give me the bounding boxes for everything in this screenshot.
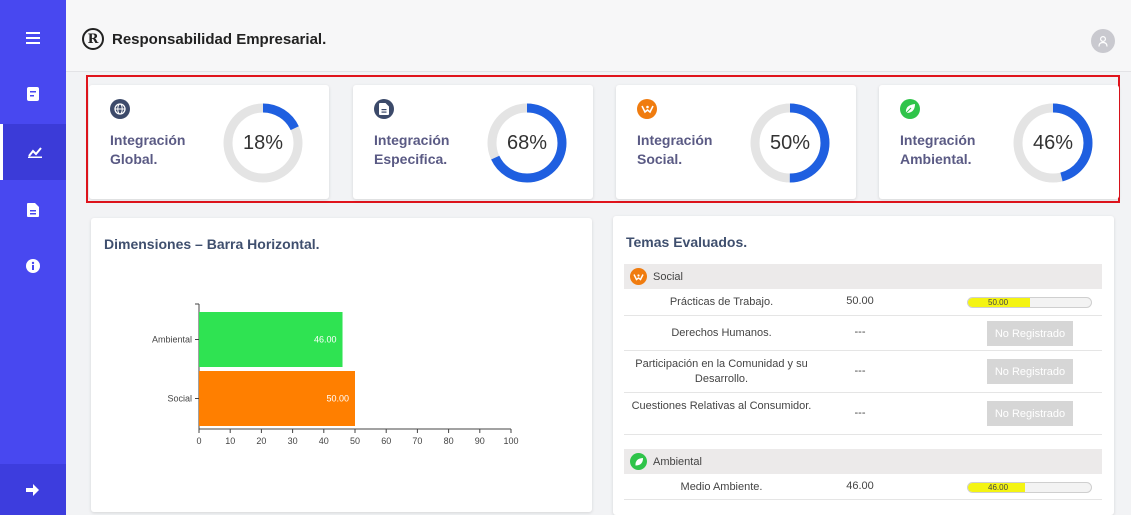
kpi-card-social: Integración Social. 50% [616,85,856,199]
topic-value: --- [854,365,866,377]
sidebar-item-reports[interactable] [0,66,66,122]
topics-panel-title: Temas Evaluados. [626,234,748,250]
evaluated-topics-panel: Temas Evaluados. Social Prácticas de Tra… [613,216,1114,515]
hands-icon [633,273,644,281]
table-row: Medio Ambiente. 46.00 46.00 [624,474,1102,500]
progress-fill: 46.00 [968,483,1025,492]
y-tick-label: Social [167,394,192,404]
brand: R Responsabilidad Empresarial. [82,28,326,50]
kpi-label: Integración Ambiental. [900,132,976,167]
group-name: Social [653,270,683,283]
kpi-card-especifica: Integración Especifica. 68% [353,85,593,199]
topic-name: Prácticas de Trabajo. [669,296,774,308]
group-icon-badge [630,268,647,285]
kpi-icon-badge [900,99,920,119]
kpi-card-ambiental: Integración Ambiental. 46% [879,85,1119,199]
kpi-percent: 18% [242,131,284,154]
group-icon-badge [630,453,647,470]
table-row: Derechos Humanos. --- No Registrado [624,316,1102,351]
topic-name: Cuestiones Relativas al Consumidor. [631,400,812,412]
x-tick-label: 20 [256,436,266,446]
status-badge: No Registrado [987,401,1073,426]
x-tick-label: 80 [444,436,454,446]
menu-icon [26,32,40,44]
topic-value: 46.00 [846,480,874,492]
topic-name: Participación en la Comunidad y su Desar… [635,358,808,385]
group-header-ambiental: Ambiental [624,449,1102,474]
sidebar-item-documents[interactable] [0,182,66,238]
group-name: Ambiental [653,455,702,468]
globe-icon [114,103,126,115]
document-icon [379,103,389,115]
topic-name: Medio Ambiente. [680,481,763,493]
kpi-icon-badge [374,99,394,119]
topic-value: --- [854,407,866,419]
x-tick-label: 30 [288,436,298,446]
kpi-label: Integración Social. [637,132,713,167]
brand-logo: R [82,28,104,50]
status-badge: No Registrado [987,321,1073,346]
kpi-percent: 46% [1032,131,1074,154]
progress-bar: 46.00 [967,482,1092,493]
chart-line-icon [27,147,42,158]
kpi-icon-badge [637,99,657,119]
sidebar-menu-toggle[interactable] [0,10,66,66]
x-tick-label: 60 [381,436,391,446]
document-icon [27,203,39,217]
leaf-icon [905,104,915,114]
info-icon [26,259,40,273]
x-tick-label: 100 [503,436,518,446]
dimensions-chart-panel: Dimensiones – Barra Horizontal. 0 10 20 30 4… [91,218,592,512]
topic-name: Derechos Humanos. [671,327,772,339]
topic-value: --- [854,326,866,338]
table-row: Prácticas de Trabajo. 50.00 50.00 [624,289,1102,316]
kpi-percent: 50% [769,131,811,154]
logout-button[interactable] [0,464,66,515]
kpi-percent: 68% [506,131,548,154]
hands-icon [640,105,654,114]
y-tick-label: Ambiental [152,335,192,345]
top-header: R Responsabilidad Empresarial. [66,0,1131,72]
bar-data-label: 46.00 [314,335,337,345]
kpi-card-global: Integración Global. 18% [89,85,329,199]
x-tick-label: 90 [475,436,485,446]
page-title: Responsabilidad Empresarial. [112,30,327,48]
group-header-social: Social [624,264,1102,289]
progress-bar: 50.00 [967,297,1092,308]
sidebar [0,0,66,515]
status-badge: No Registrado [987,359,1073,384]
x-tick-label: 50 [350,436,360,446]
table-row: Cuestiones Relativas al Consumidor. --- … [624,393,1102,435]
horizontal-bar-chart: 0 10 20 30 40 50 60 70 80 90 100 Ambiental 46.00 Soci… [152,303,519,446]
bar-data-label: 50.00 [326,394,349,404]
sidebar-item-dashboard[interactable] [0,124,66,180]
kpi-label: Integración Global. [110,132,186,167]
progress-fill: 50.00 [968,298,1030,307]
logout-icon [26,483,39,496]
kpi-icon-badge [110,99,130,119]
sidebar-item-info[interactable] [0,238,66,294]
kpi-label: Integración Especifica. [374,132,450,167]
topic-value: 50.00 [846,295,874,307]
user-icon [1098,35,1108,47]
report-icon [27,87,39,101]
x-tick-label: 40 [319,436,329,446]
leaf-icon [634,457,643,465]
x-tick-label: 10 [225,436,235,446]
user-avatar[interactable] [1091,29,1115,53]
x-tick-label: 70 [412,436,422,446]
table-row: Participación en la Comunidad y su Desar… [624,351,1102,393]
x-tick-label: 0 [196,436,201,446]
